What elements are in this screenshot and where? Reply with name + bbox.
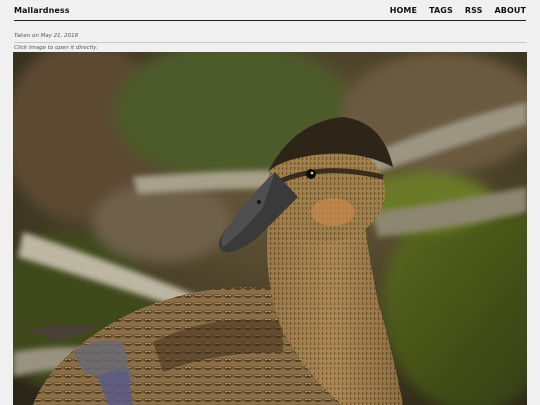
page: Mallardness HOME TAGS RSS ABOUT Taken on… <box>0 0 540 405</box>
main-nav: HOME TAGS RSS ABOUT <box>390 6 526 15</box>
nav-rss-link[interactable]: RSS <box>465 6 483 15</box>
nav-about-link[interactable]: ABOUT <box>494 6 526 15</box>
nav-home-link[interactable]: HOME <box>390 6 417 15</box>
duck-photo-link[interactable] <box>13 52 527 405</box>
nav-tags-link[interactable]: TAGS <box>429 6 453 15</box>
site-header: Mallardness HOME TAGS RSS ABOUT <box>14 0 526 21</box>
image-caption: Click image to open it directly. <box>14 45 98 51</box>
duck-photo <box>13 52 527 405</box>
taken-on-date: Taken on May 21, 2018 <box>14 30 526 43</box>
site-title-link[interactable]: Mallardness <box>14 6 70 15</box>
